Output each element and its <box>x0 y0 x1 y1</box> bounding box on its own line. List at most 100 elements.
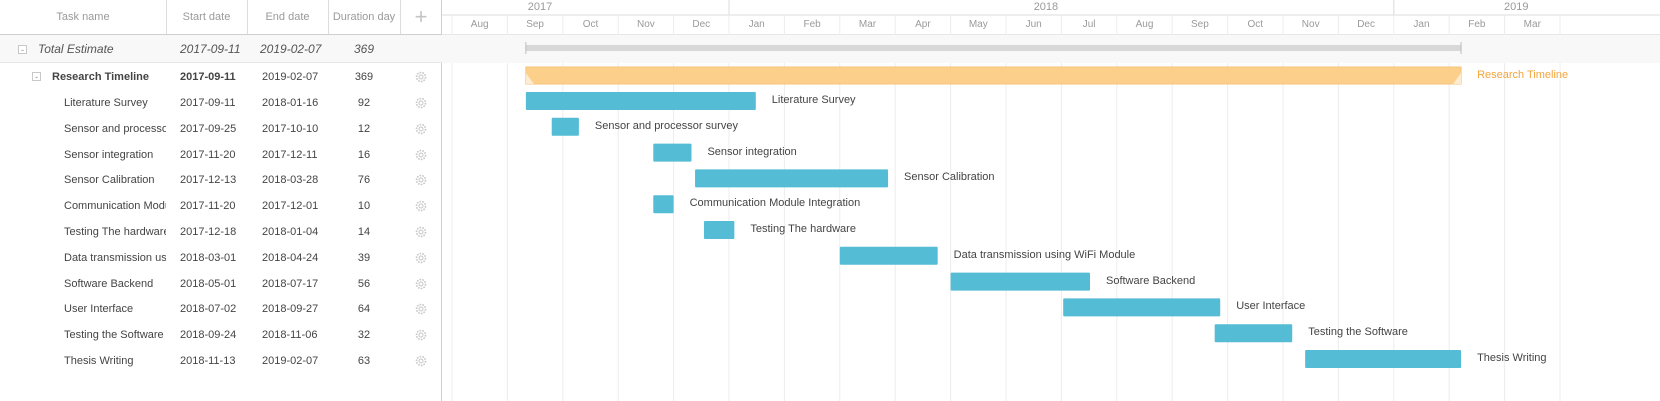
task-bar-label: Data transmission using WiFi Module <box>953 248 1136 261</box>
month-label: Mar <box>858 19 877 30</box>
task-bar[interactable] <box>1063 298 1221 317</box>
month-label: Aug <box>470 19 489 30</box>
task-bar-label: Thesis Writing <box>1477 352 1547 364</box>
year-label: 2018 <box>1033 1 1059 13</box>
task-bar-label: User Interface <box>1236 300 1306 313</box>
total-end: 2019-02-07 <box>260 42 322 56</box>
task-row[interactable]: User Interface 2018-07-02 2018-09-27 64 <box>0 296 442 322</box>
task-start-date: 2017-09-25 <box>180 122 237 135</box>
parent-bar-label: Research Timeline <box>1477 69 1569 81</box>
month-label: Mar <box>1523 19 1541 30</box>
month-label: Sep <box>526 19 544 30</box>
task-row[interactable]: Thesis Writing 2018-11-13 2019-02-07 63 <box>0 348 442 374</box>
gear-icon[interactable] <box>415 226 427 238</box>
task-name: Communication Modul <box>64 200 166 213</box>
gear-icon[interactable] <box>415 200 427 212</box>
task-duration: 63 <box>357 355 371 367</box>
month-label: Nov <box>1301 19 1320 30</box>
task-row[interactable]: Sensor integration 2017-11-20 2017-12-11 16 <box>0 142 442 168</box>
header-duration[interactable]: Duration day <box>328 0 400 34</box>
task-duration: 32 <box>357 329 371 342</box>
year-label: 2019 <box>1504 1 1529 13</box>
task-bar-label: Sensor and processor survey <box>594 119 738 132</box>
parent-end: 2019-02-07 <box>262 71 319 83</box>
task-row[interactable]: Testing The hardware 2017-12-18 2018-01-04… <box>0 219 442 245</box>
total-estimate-bar <box>525 45 1462 51</box>
gear-icon[interactable] <box>415 123 427 135</box>
collapse-icon[interactable]: - <box>32 72 41 82</box>
month-label: Dec <box>1357 19 1375 30</box>
grid-header: Task name Start date End date Duration d… <box>0 0 442 35</box>
task-row[interactable]: Data transmission usir 2018-03-01 2018-04-… <box>0 245 442 271</box>
gear-icon[interactable] <box>415 71 427 83</box>
parent-start: 2017-09-11 <box>180 71 236 83</box>
task-name: Sensor Calibration <box>64 174 155 187</box>
gear-icon[interactable] <box>415 303 427 315</box>
task-bar-label: Testing The hardware <box>750 223 856 235</box>
add-task-icon[interactable]: + <box>400 0 442 34</box>
total-duration: 369 <box>353 42 375 56</box>
task-end-date: 2018-03-28 <box>262 174 319 187</box>
task-bar[interactable] <box>653 143 692 162</box>
month-label: Aug <box>1135 19 1154 30</box>
gear-icon[interactable] <box>415 355 427 367</box>
task-bar[interactable] <box>695 169 889 188</box>
month-label: Oct <box>1247 19 1264 30</box>
task-bar[interactable] <box>950 272 1090 291</box>
task-name: Sensor and processor <box>64 122 166 135</box>
task-row[interactable]: Literature Survey 2017-09-11 2018-01-16 92 <box>0 90 442 116</box>
task-row[interactable]: Sensor and processor 2017-09-25 2017-10-10… <box>0 116 442 142</box>
gear-icon[interactable] <box>415 149 427 161</box>
task-name: Software Backend <box>64 277 154 290</box>
total-name: Total Estimate <box>38 42 114 56</box>
gantt-canvas <box>442 0 1660 401</box>
task-name: Literature Survey <box>64 97 148 109</box>
task-start-date: 2017-12-13 <box>180 174 237 187</box>
month-label: Jan <box>748 19 765 30</box>
month-label: Sep <box>1190 19 1209 30</box>
task-row[interactable]: Testing the Software 2018-09-24 2018-11-06… <box>0 322 442 348</box>
task-bar[interactable] <box>1214 324 1293 343</box>
task-row[interactable]: Communication Modul 2017-11-20 2017-12-01 1… <box>0 193 442 219</box>
task-row[interactable]: Sensor Calibration 2017-12-13 2018-03-28 76 <box>0 167 442 193</box>
task-start-date: 2017-09-11 <box>180 97 236 109</box>
month-label: Jun <box>1025 19 1042 30</box>
task-name: Data transmission usir <box>64 251 166 264</box>
task-bar-label: Sensor Calibration <box>904 171 995 184</box>
task-bar[interactable] <box>525 92 756 110</box>
collapse-icon[interactable]: - <box>18 45 27 55</box>
header-start-date[interactable]: Start date <box>166 0 247 34</box>
task-name: Sensor integration <box>64 148 154 161</box>
task-bar-label: Testing the Software <box>1308 326 1408 339</box>
gear-icon[interactable] <box>415 252 427 264</box>
task-duration: 12 <box>357 122 371 135</box>
month-label: Feb <box>1468 19 1486 30</box>
header-end-date[interactable]: End date <box>247 0 328 34</box>
gear-icon[interactable] <box>415 174 427 186</box>
task-bar[interactable] <box>703 221 735 239</box>
month-label: Nov <box>636 19 655 30</box>
task-start-date: 2017-11-20 <box>180 200 236 213</box>
task-row[interactable]: Software Backend 2018-05-01 2018-07-17 56 <box>0 271 442 297</box>
gear-icon[interactable] <box>415 329 427 341</box>
gear-icon[interactable] <box>415 97 427 109</box>
task-name: Testing The hardware <box>64 226 166 238</box>
header-task-name[interactable]: Task name <box>0 0 166 34</box>
task-bar-label: Communication Module Integration <box>689 197 861 210</box>
task-name: User Interface <box>64 303 134 316</box>
task-duration: 16 <box>357 148 371 161</box>
month-label: Jan <box>1413 19 1430 30</box>
parent-name: Research Timeline <box>52 71 150 83</box>
task-bar[interactable] <box>1305 350 1462 368</box>
gear-icon[interactable] <box>415 278 427 290</box>
task-bar[interactable] <box>551 117 579 136</box>
task-bar[interactable] <box>653 195 674 214</box>
task-bar-label: Sensor integration <box>707 145 797 158</box>
total-estimate-row[interactable]: - Total Estimate 2017-09-11 2019-02-07 3… <box>0 35 442 63</box>
task-duration: 64 <box>357 303 371 316</box>
month-label: Feb <box>803 19 821 30</box>
month-label: Oct <box>582 19 599 30</box>
task-start-date: 2017-12-18 <box>180 226 237 238</box>
parent-task-row[interactable]: - Research Timeline 2017-09-11 2019-02-0… <box>0 64 442 90</box>
task-bar[interactable] <box>839 246 938 265</box>
